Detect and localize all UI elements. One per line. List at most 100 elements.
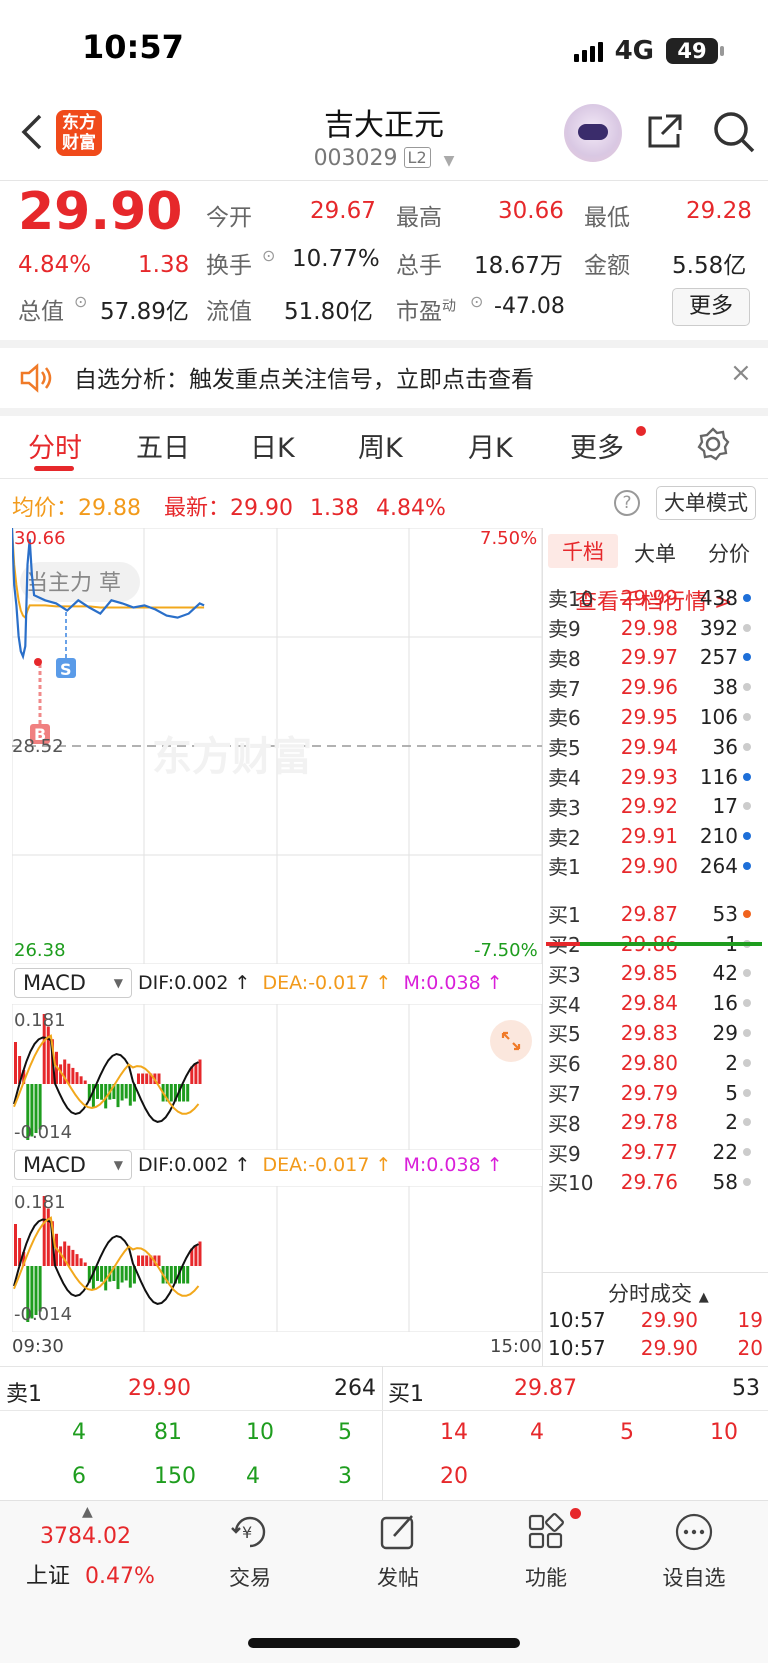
bid-row[interactable]: 买3 29.85 42	[548, 958, 763, 990]
tab-weekly-k[interactable]: 周K	[358, 426, 403, 465]
bid-price: 29.84	[620, 991, 678, 1016]
robot-assistant-icon[interactable]	[564, 104, 622, 162]
expand-icon[interactable]	[490, 1020, 532, 1062]
macd-bar	[75, 1254, 79, 1266]
ask-row[interactable]: 卖4 29.93 116	[548, 761, 763, 793]
macd-m: M:0.038 ↑	[403, 972, 503, 994]
macd-values: DIF:0.002 ↑ DEA:-0.017 ↑ M:0.038 ↑	[138, 1154, 503, 1176]
signal-icon	[573, 40, 603, 62]
high-label: 最高	[396, 205, 442, 231]
ask-dot	[743, 623, 751, 632]
more-button[interactable]: 更多	[672, 288, 750, 326]
pct-axis-low: -7.50%	[474, 940, 538, 961]
bid-row[interactable]: 买1 29.87 53	[548, 898, 763, 930]
high-value: 30.66	[498, 198, 564, 224]
close-icon[interactable]: ×	[730, 358, 752, 388]
home-indicator	[248, 1638, 520, 1648]
y-axis-high: 30.66	[14, 528, 66, 549]
sell-queue-item: 150	[154, 1464, 196, 1489]
tab-more[interactable]: 更多	[570, 426, 624, 465]
ask-volume: 36	[712, 734, 738, 759]
bid-volume: 5	[725, 1080, 738, 1105]
macd-bar	[137, 1255, 140, 1266]
macd-bar	[169, 1266, 173, 1284]
pe-superscript: 动	[442, 298, 456, 315]
bid-dot	[743, 1028, 751, 1037]
macd-bar	[71, 1249, 75, 1266]
ask-dot	[743, 772, 751, 781]
ask-row[interactable]: 卖1 29.90 264	[548, 850, 763, 882]
overlay-text: 当主力 草	[26, 571, 121, 596]
macd-bar	[198, 1241, 202, 1266]
macd-bar	[79, 1076, 83, 1084]
info-icon[interactable]: ⊙	[262, 246, 275, 265]
bid-dot	[743, 969, 751, 978]
macd-bar	[14, 1042, 17, 1084]
tab-price-split[interactable]: 分价	[708, 538, 750, 568]
ask-row[interactable]: 卖6 29.95 106	[548, 701, 763, 733]
level-badge: L2	[403, 147, 431, 168]
tab-intraday[interactable]: 分时	[28, 426, 82, 465]
index-row[interactable]: 上证 0.47%	[26, 1558, 155, 1590]
tab-daily-k[interactable]: 日K	[250, 426, 295, 465]
bid-price: 29.87	[620, 901, 678, 926]
more-dots-icon	[675, 1513, 713, 1551]
ask-row[interactable]: 卖7 29.96 38	[548, 671, 763, 703]
tape-title[interactable]: 分时成交 ▲	[608, 1278, 709, 1308]
macd-bar	[186, 1084, 190, 1102]
share-icon[interactable]	[644, 112, 684, 152]
tab-add-watchlist-label: 设自选	[662, 1566, 726, 1590]
stock-code: 003029	[313, 146, 398, 171]
ask-row[interactable]: 卖8 29.97 257	[548, 642, 763, 674]
intraday-chart[interactable]: 东方财富 当主力 草 S B	[12, 528, 542, 964]
search-icon[interactable]	[712, 110, 756, 154]
ask-price: 29.94	[620, 734, 678, 759]
bid-row[interactable]: 买4 29.84 16	[548, 987, 763, 1019]
macd-chart-2[interactable]	[12, 1186, 542, 1332]
tab-five-day[interactable]: 五日	[136, 426, 190, 465]
tab-post[interactable]: 发帖	[338, 1510, 458, 1592]
big-order-mode-button[interactable]: 大单模式	[656, 486, 756, 520]
ask-row[interactable]: 卖3 29.92 17	[548, 791, 763, 823]
macd-bar	[182, 1084, 186, 1102]
bid-row[interactable]: 买7 29.79 5	[548, 1077, 763, 1109]
bid-label: 买7	[548, 1082, 581, 1107]
macd-selector[interactable]: MACD ▼	[14, 1150, 132, 1180]
tab-trade[interactable]: ¥ 交易	[190, 1510, 310, 1592]
macd-selector[interactable]: MACD ▼	[14, 968, 132, 998]
macd-chart-1[interactable]	[12, 1004, 542, 1150]
tab-big-order[interactable]: 大单	[634, 538, 676, 568]
ask-price: 29.99	[620, 585, 678, 610]
speaker-icon	[20, 363, 52, 393]
ask-row[interactable]: 卖10 29.99 438	[548, 582, 763, 614]
settings-gear-icon[interactable]	[695, 426, 731, 462]
info-icon[interactable]: ⊙	[470, 292, 483, 311]
tab-functions[interactable]: 功能	[486, 1510, 606, 1592]
info-icon[interactable]: ⊙	[74, 292, 87, 311]
change-pct: 4.84%	[18, 252, 92, 278]
buy1-vol: 53	[732, 1376, 760, 1401]
bid-row[interactable]: 买6 29.80 2	[548, 1047, 763, 1079]
bid-row[interactable]: 买8 29.78 2	[548, 1107, 763, 1139]
ask-label: 卖9	[548, 617, 581, 642]
macd-bar	[120, 1266, 124, 1283]
tab-add-watchlist[interactable]: 设自选	[634, 1510, 754, 1592]
macd-bar	[100, 1084, 104, 1100]
macd-bar	[145, 1255, 149, 1266]
notice-text[interactable]: 自选分析：触发重点关注信号，立即点击查看	[74, 360, 534, 394]
bid-row[interactable]: 买9 29.77 22	[548, 1136, 763, 1168]
ask-row[interactable]: 卖5 29.94 36	[548, 731, 763, 763]
tab-thousand-level[interactable]: 千档	[548, 534, 618, 568]
ask-row[interactable]: 卖2 29.91 210	[548, 820, 763, 852]
help-icon[interactable]: ?	[614, 490, 640, 516]
index-value[interactable]: 3784.02	[40, 1524, 131, 1549]
ask-row[interactable]: 卖9 29.98 392	[548, 612, 763, 644]
ask-label: 卖5	[548, 736, 581, 761]
change-value: 1.38	[138, 252, 190, 278]
bid-row[interactable]: 买10 29.76 58	[548, 1166, 763, 1198]
index-name: 上证	[26, 1564, 71, 1589]
ask-volume: 116	[699, 764, 738, 789]
bid-row[interactable]: 买5 29.83 29	[548, 1017, 763, 1049]
tab-monthly-k[interactable]: 月K	[468, 426, 513, 465]
tape-time: 10:57	[548, 1336, 606, 1360]
